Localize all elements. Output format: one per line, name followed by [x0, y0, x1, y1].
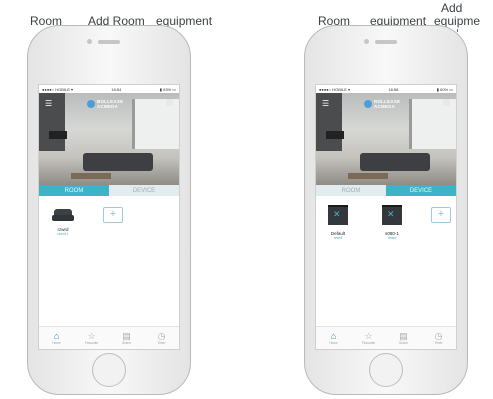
- nav-home[interactable]: ⌂ Home: [39, 327, 74, 349]
- sofa-icon: [52, 209, 74, 221]
- star-icon: ☆: [364, 331, 373, 341]
- brand-logo: ROLLEASE ACMEDA: [364, 99, 400, 109]
- home-icon: ⌂: [330, 331, 337, 341]
- phone-left-home-button[interactable]: [92, 353, 126, 387]
- hero-window: [409, 99, 456, 149]
- add-equipment-button[interactable]: +: [431, 207, 451, 223]
- home-icon: ⌂: [53, 331, 60, 341]
- blind-icon: [382, 205, 402, 225]
- nav-scene[interactable]: ▤ Scene: [386, 327, 421, 349]
- status-battery: ▮ 63% ▭: [159, 86, 176, 92]
- brand-mark-icon: [87, 100, 95, 108]
- status-battery: ▮ 60% ▭: [436, 86, 453, 92]
- menu-icon[interactable]: ☰: [45, 99, 52, 108]
- hero-window: [132, 99, 179, 149]
- hero-fireplace: [326, 131, 344, 139]
- device-tile-sub: rzwrd: [333, 236, 343, 240]
- device-tile[interactable]: s080-1 rzwrd: [380, 203, 404, 240]
- nav-scene[interactable]: ▤ Scene: [109, 327, 144, 349]
- nav-favourite-label: Favourite: [84, 341, 99, 345]
- hero-fireplace: [49, 131, 67, 139]
- nav-home[interactable]: ⌂ Home: [316, 327, 351, 349]
- room-tile[interactable]: rzwrd rzwrd 1: [51, 203, 75, 236]
- tab-bar: ROOM DEVICE: [316, 185, 456, 196]
- hero-sofa: [83, 153, 153, 171]
- star-icon: ☆: [87, 331, 96, 341]
- tab-bar: ROOM DEVICE: [39, 185, 179, 196]
- room-tile-sub: rzwrd 1: [57, 232, 69, 236]
- nav-timer[interactable]: ◷ Timer: [421, 327, 456, 349]
- device-tile[interactable]: Default rzwrd: [326, 203, 350, 240]
- blind-icon: [328, 205, 348, 225]
- nav-favourite[interactable]: ☆ Favourite: [74, 327, 109, 349]
- clock-icon: ◷: [157, 331, 166, 341]
- screen-right: ●●●●○ HOBILE ▾ 16:58 ▮ 60% ▭ ☰ ROLLEASE …: [315, 84, 457, 350]
- nav-scene-label: Scene: [398, 341, 409, 345]
- room-photo: ☰ ROLLEASE ACMEDA: [316, 93, 456, 185]
- hero-table: [348, 173, 388, 179]
- tab-device[interactable]: DEVICE: [109, 185, 179, 196]
- annotation-add-right: Add: [441, 1, 463, 15]
- scene-icon: ▤: [122, 331, 131, 341]
- bottom-nav: ⌂ Home ☆ Favourite ▤ Scene ◷ Timer: [39, 326, 179, 349]
- phone-left-camera: [87, 39, 92, 44]
- brand-logo: BOLLEASE ACMEDA: [87, 99, 123, 109]
- nav-timer-label: Timer: [157, 341, 166, 345]
- status-bar: ●●●●○ HOBILE ▾ 16:54 ▮ 63% ▭: [39, 85, 179, 93]
- tab-device[interactable]: DEVICE: [386, 185, 456, 196]
- status-bar: ●●●●○ HOBILE ▾ 16:58 ▮ 60% ▭: [316, 85, 456, 93]
- clock-icon: ◷: [434, 331, 443, 341]
- phone-right-camera: [364, 39, 369, 44]
- phone-left-speaker: [98, 40, 120, 44]
- brand-mark-icon: [364, 100, 372, 108]
- brand-line2: ACMEDA: [97, 104, 119, 109]
- hero-sofa: [360, 153, 430, 171]
- phone-right-speaker: [375, 40, 397, 44]
- status-time: 16:54: [111, 86, 122, 92]
- status-carrier: ●●●●○ HOBILE ▾: [319, 86, 350, 92]
- room-photo: ☰ BOLLEASE ACMEDA: [39, 93, 179, 185]
- cart-icon[interactable]: [166, 99, 173, 106]
- nav-home-label: Home: [52, 341, 61, 345]
- add-room-button[interactable]: +: [103, 207, 123, 223]
- cart-icon[interactable]: [443, 99, 450, 106]
- nav-scene-label: Scene: [121, 341, 132, 345]
- bottom-nav: ⌂ Home ☆ Favourite ▤ Scene ◷ Timer: [316, 326, 456, 349]
- nav-home-label: Home: [329, 341, 338, 345]
- nav-timer-label: Timer: [434, 341, 443, 345]
- nav-favourite-label: Favourite: [361, 341, 376, 345]
- status-time: 16:58: [388, 86, 399, 92]
- screen-left: ●●●●○ HOBILE ▾ 16:54 ▮ 63% ▭ ☰ BOLLEASE …: [38, 84, 180, 350]
- status-carrier: ●●●●○ HOBILE ▾: [42, 86, 73, 92]
- menu-icon[interactable]: ☰: [322, 99, 329, 108]
- brand-text: BOLLEASE ACMEDA: [97, 99, 123, 109]
- nav-timer[interactable]: ◷ Timer: [144, 327, 179, 349]
- tab-room[interactable]: ROOM: [39, 185, 109, 196]
- nav-favourite[interactable]: ☆ Favourite: [351, 327, 386, 349]
- device-tile-sub: rzwrd: [387, 236, 397, 240]
- phone-right-home-button[interactable]: [369, 353, 403, 387]
- tab-room[interactable]: ROOM: [316, 185, 386, 196]
- brand-line2: ACMEDA: [374, 104, 396, 109]
- scene-icon: ▤: [399, 331, 408, 341]
- hero-table: [71, 173, 111, 179]
- brand-text: ROLLEASE ACMEDA: [374, 99, 400, 109]
